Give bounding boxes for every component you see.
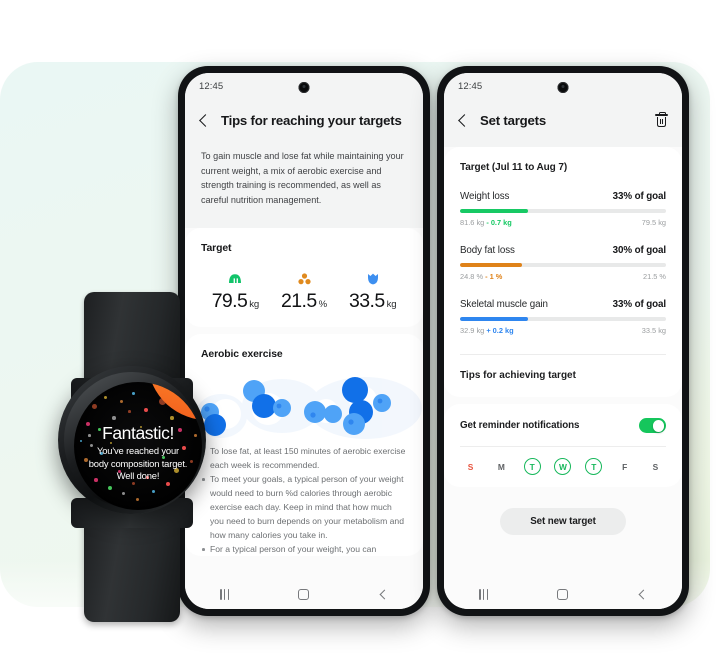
- watch-bezel: Fantastic! You've reached your body comp…: [64, 372, 202, 510]
- metric-muscle-value: 33.5: [349, 289, 385, 312]
- list-item: To meet your goals, a typical person of …: [201, 472, 407, 542]
- metric-muscle-unit: kg: [386, 298, 397, 310]
- home-icon[interactable]: [298, 588, 310, 600]
- watch-line-1: You've reached your: [97, 445, 179, 457]
- list-item: To lose fat, at least 150 minutes of aer…: [210, 446, 406, 471]
- muscle-icon: [338, 271, 407, 287]
- orange-wedge-decoration: [148, 382, 202, 428]
- reminder-label: Get reminder notifications: [460, 420, 580, 432]
- phone-targets-screen: 12:45 Set targets Target (Jul 11 to Aug …: [444, 73, 682, 609]
- goal-delta: + 0.2 kg: [486, 326, 514, 336]
- watch-case: Fantastic! You've reached your body comp…: [58, 366, 206, 514]
- goal-name: Body fat loss: [460, 245, 515, 257]
- day-thursday[interactable]: T: [585, 458, 603, 476]
- status-bar: 12:45: [185, 73, 423, 99]
- day-saturday[interactable]: S: [647, 458, 664, 475]
- page-title: Tips for reaching your targets: [221, 113, 402, 128]
- progress-fill: [460, 208, 528, 214]
- targets-card: Target (Jul 11 to Aug 7) Weight loss 33%…: [444, 146, 682, 398]
- day-selector: S M T W T F S: [444, 447, 682, 487]
- app-bar: Tips for reaching your targets: [185, 99, 423, 147]
- status-bar: 12:45: [444, 73, 682, 99]
- set-new-target-button[interactable]: Set new target: [500, 508, 626, 536]
- cta-container: Set new target: [444, 494, 682, 536]
- status-time: 12:45: [199, 80, 224, 92]
- day-wednesday[interactable]: W: [554, 458, 572, 476]
- aerobic-illustration: [185, 370, 423, 442]
- status-time: 12:45: [458, 80, 483, 92]
- goal-start: 24.8 % - 1 %: [460, 272, 503, 282]
- progress-track: [460, 263, 666, 268]
- aerobic-bullet-list: To lose fat, at least 150 minutes of aer…: [185, 444, 423, 556]
- watch-headline: Fantastic!: [102, 423, 174, 443]
- chevron-left-icon[interactable]: [456, 114, 470, 128]
- target-card: Target 79.5 kg 21.5 % 33.5 kg: [185, 227, 423, 328]
- day-tuesday[interactable]: T: [523, 458, 541, 476]
- aerobic-card-title: Aerobic exercise: [201, 349, 283, 361]
- goal-start: 32.9 kg + 0.2 kg: [460, 326, 514, 336]
- app-bar: Set targets: [444, 99, 682, 147]
- recent-apps-icon[interactable]: [478, 588, 489, 600]
- phone-tips-device: 12:45 Tips for reaching your targets To …: [178, 66, 430, 616]
- recent-apps-icon[interactable]: [219, 588, 230, 600]
- progress-fill: [460, 317, 528, 322]
- phone-tips-screen: 12:45 Tips for reaching your targets To …: [185, 73, 423, 609]
- goal-percent: 33% of goal: [612, 299, 666, 311]
- goal-percent: 30% of goal: [612, 245, 666, 257]
- page-title: Set targets: [480, 113, 546, 128]
- list-item: For a typical person of your weight, you…: [201, 542, 407, 556]
- goal-end: 33.5 kg: [641, 326, 666, 336]
- goal-name: Skeletal muscle gain: [460, 299, 548, 311]
- goal-start: 81.6 kg - 0.7 kg: [460, 218, 512, 228]
- system-navigation-bar: [185, 579, 423, 609]
- metric-body-fat-unit: %: [318, 298, 328, 310]
- system-navigation-bar: [444, 579, 682, 609]
- metric-weight-value: 79.5: [211, 289, 248, 312]
- aerobic-exercise-card: Aerobic exercise To lose fat, at least 1…: [185, 334, 423, 557]
- trash-icon[interactable]: [655, 112, 668, 128]
- progress-track: [460, 208, 666, 214]
- watch-face[interactable]: Fantastic! You've reached your body comp…: [74, 382, 202, 510]
- goal-delta: - 1 %: [485, 272, 503, 282]
- day-friday[interactable]: F: [616, 458, 633, 475]
- goal-skeletal-muscle-gain[interactable]: Skeletal muscle gain 33% of goal 32.9 kg…: [460, 299, 666, 335]
- goal-percent: 33% of goal: [612, 190, 666, 202]
- day-monday[interactable]: M: [493, 458, 510, 475]
- progress-fill: [460, 263, 522, 268]
- metric-weight: 79.5 kg: [201, 271, 270, 312]
- target-period-label: Target (Jul 11 to Aug 7): [460, 161, 568, 173]
- goal-delta: - 0.7 kg: [486, 218, 512, 228]
- weight-scale-icon: [201, 271, 270, 287]
- goal-end: 79.5 kg: [641, 218, 666, 228]
- goal-name: Weight loss: [460, 190, 510, 202]
- body-fat-icon: [270, 271, 339, 287]
- metric-muscle: 33.5 kg: [338, 271, 407, 312]
- back-icon[interactable]: [637, 589, 648, 600]
- watch-line-3: Well done!: [116, 469, 160, 481]
- front-camera-icon: [557, 82, 569, 93]
- metric-body-fat-value: 21.5: [281, 289, 317, 312]
- metric-weight-unit: kg: [249, 298, 259, 310]
- goal-body-fat-loss[interactable]: Body fat loss 30% of goal 24.8 % - 1 % 2…: [460, 245, 666, 281]
- target-card-title: Target: [201, 242, 232, 254]
- intro-paragraph: To gain muscle and lose fat while mainta…: [185, 146, 423, 228]
- reminder-row: Get reminder notifications: [444, 404, 682, 446]
- phone-targets-device: 12:45 Set targets Target (Jul 11 to Aug …: [437, 66, 689, 616]
- smartwatch: Fantastic! You've reached your body comp…: [58, 292, 206, 622]
- target-metrics-row: 79.5 kg 21.5% 33.5 kg: [201, 271, 407, 312]
- watch-line-2: body composition target.: [88, 457, 188, 469]
- home-icon[interactable]: [557, 588, 569, 600]
- goal-weight-loss[interactable]: Weight loss 33% of goal 81.6 kg - 0.7 kg…: [460, 191, 666, 227]
- reminder-toggle[interactable]: [639, 418, 666, 434]
- progress-track: [460, 317, 666, 322]
- chevron-left-icon[interactable]: [197, 114, 211, 128]
- metric-body-fat: 21.5%: [270, 271, 339, 312]
- tips-for-achieving-target-row[interactable]: Tips for achieving target: [444, 355, 682, 397]
- back-icon[interactable]: [378, 589, 389, 600]
- day-sunday[interactable]: S: [462, 458, 479, 475]
- front-camera-icon: [298, 82, 310, 93]
- goal-end: 21.5 %: [642, 272, 666, 282]
- watch-message: Fantastic! You've reached your body comp…: [74, 424, 202, 482]
- reminder-card: Get reminder notifications S M T W T F S: [444, 404, 682, 488]
